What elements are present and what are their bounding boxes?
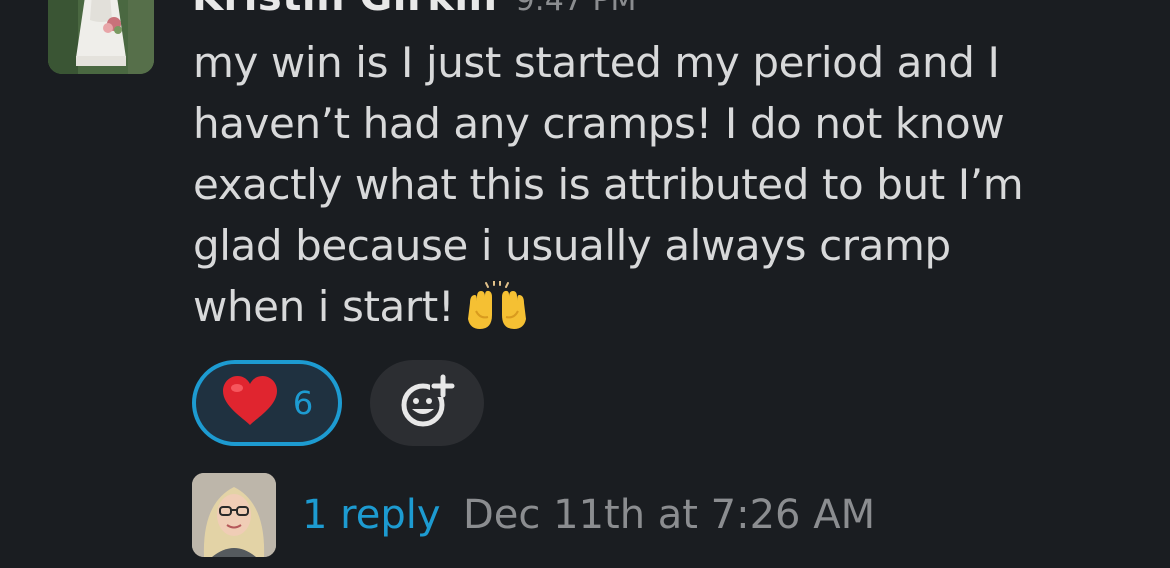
message-line: glad because i usually always cramp (193, 221, 951, 270)
add-reaction-button[interactable] (370, 360, 484, 446)
last-reply-timestamp: Dec 11th at 7:26 AM (463, 492, 876, 538)
message-timestamp[interactable]: 9:47 PM (516, 0, 637, 18)
reaction-heart[interactable]: 6 (192, 360, 342, 446)
thread-reply-link[interactable]: 1 reply (302, 492, 441, 538)
message-header: Kristin Girkin 9:47 PM (192, 0, 636, 18)
heart-icon (221, 375, 279, 431)
add-emoji-icon (397, 373, 457, 433)
message-line-last: when i start! (193, 276, 1133, 347)
message-text: my win is I just started my period and I… (193, 32, 1133, 347)
author-name[interactable]: Kristin Girkin (192, 0, 498, 18)
author-avatar[interactable] (48, 0, 154, 74)
message-line: haven’t had any cramps! I do not know (193, 99, 1005, 148)
raised-hands-icon (464, 280, 530, 347)
reply-avatar[interactable] (192, 473, 276, 557)
message-line: exactly what this is attributed to but I… (193, 160, 1024, 209)
reaction-count: 6 (292, 384, 314, 422)
message-line: when i start! (193, 282, 455, 331)
message-line: my win is I just started my period and I (193, 38, 1000, 87)
